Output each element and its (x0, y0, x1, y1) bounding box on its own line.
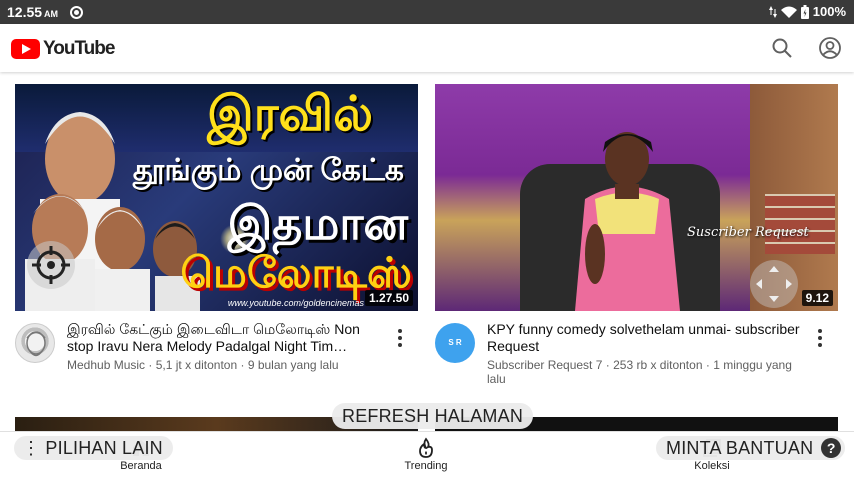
refresh-page-chip[interactable]: REFRESH HALAMAN (332, 403, 534, 429)
nav-trending[interactable]: Trending (356, 432, 496, 481)
account-icon (819, 37, 841, 59)
duration-badge: 9.12 (801, 290, 833, 306)
move-arrows-icon (756, 266, 792, 302)
thumbnail-text-line: தூங்கும் முன் கேட்க (132, 154, 404, 187)
get-help-chip[interactable]: MINTA BANTUAN ? (656, 436, 846, 460)
crosshair-overlay-button[interactable] (27, 241, 75, 289)
wifi-icon (780, 6, 797, 18)
upload-age: 9 bulan yang lalu (247, 358, 339, 372)
channel-avatar[interactable] (15, 323, 55, 363)
thumbnail-url: www.youtube.com/goldencinemas (227, 298, 364, 308)
dot (398, 329, 402, 333)
video-subline: Subscriber Request 7 · 253 rb x ditonton… (487, 358, 802, 386)
thumbnail-caption: Suscriber Request (687, 225, 809, 240)
separator: · (148, 358, 156, 372)
battery-icon (800, 4, 809, 19)
battery-level: 100% (812, 4, 846, 19)
data-arrows-icon (768, 5, 777, 18)
more-options-label: PILIHAN LAIN (45, 438, 163, 458)
thumbnail-text-line: இரவில் (207, 88, 373, 141)
view-count: 253 rb x ditonton (613, 358, 703, 372)
vertical-dots-icon: ⋮ (22, 438, 41, 458)
brick-wall (765, 194, 835, 254)
help-label: MINTA BANTUAN (666, 438, 814, 458)
nav-trending-label: Trending (404, 460, 448, 472)
logo-text: YouTube (43, 38, 115, 59)
thumbnail-text-line: இதமான (227, 197, 408, 249)
search-icon (772, 38, 792, 58)
separator: · (240, 358, 248, 372)
view-count: 5,1 jt x ditonton (155, 358, 238, 372)
search-button[interactable] (770, 36, 794, 60)
status-bar: 12.55 AM 100% (0, 0, 854, 24)
avatar-face-icon (26, 331, 46, 357)
account-button[interactable] (818, 36, 842, 60)
clock: 12.55 AM (7, 4, 59, 20)
nav-library-label: Koleksi (694, 460, 730, 472)
play-logo-icon (11, 39, 40, 59)
duration-badge: 1.27.50 (364, 290, 413, 306)
app-bar: YouTube (0, 24, 854, 72)
video-thumbnail[interactable]: இரவில் தூங்கும் முன் கேட்க இதமான மெலோடிஸ… (15, 84, 418, 311)
separator: · (605, 358, 614, 372)
video-title[interactable]: இரவில் கேட்கும் இடைவிடா மெலோடிஸ் Non sto… (67, 321, 382, 355)
channel-name[interactable]: Subscriber Request 7 (487, 358, 602, 372)
video-meta: S R KPY funny comedy solvethelam unmai- … (435, 311, 838, 391)
more-actions-button[interactable] (394, 327, 406, 347)
status-icons: 100% (768, 4, 846, 19)
dot (818, 343, 822, 347)
dot (818, 336, 822, 340)
help-icon: ? (821, 438, 842, 458)
drag-handle-overlay[interactable] (750, 260, 798, 308)
nav-home-label: Beranda (120, 460, 162, 472)
flame-icon (415, 437, 437, 459)
video-title[interactable]: KPY funny comedy solvethelam unmai- subs… (487, 321, 802, 355)
video-card[interactable]: இரவில் தூங்கும் முன் கேட்க இதமான மெலோடிஸ… (15, 84, 418, 391)
video-subline: Medhub Music · 5,1 jt x ditonton · 9 bul… (67, 358, 382, 372)
video-card[interactable]: Suscriber Request 9.12 S R KPY funny com… (435, 84, 838, 391)
more-actions-button[interactable] (814, 327, 826, 347)
video-meta: இரவில் கேட்கும் இடைவிடா மெலோடிஸ் Non sto… (15, 311, 418, 391)
dot (818, 329, 822, 333)
more-options-chip[interactable]: ⋮ PILIHAN LAIN (14, 436, 173, 460)
crosshair-icon (32, 246, 70, 284)
dot (398, 343, 402, 347)
channel-avatar[interactable]: S R (435, 323, 475, 363)
channel-name[interactable]: Medhub Music (67, 358, 145, 372)
notification-icon (70, 6, 83, 19)
dot (398, 336, 402, 340)
person-graphic (575, 132, 680, 311)
youtube-logo[interactable]: YouTube (11, 38, 115, 60)
